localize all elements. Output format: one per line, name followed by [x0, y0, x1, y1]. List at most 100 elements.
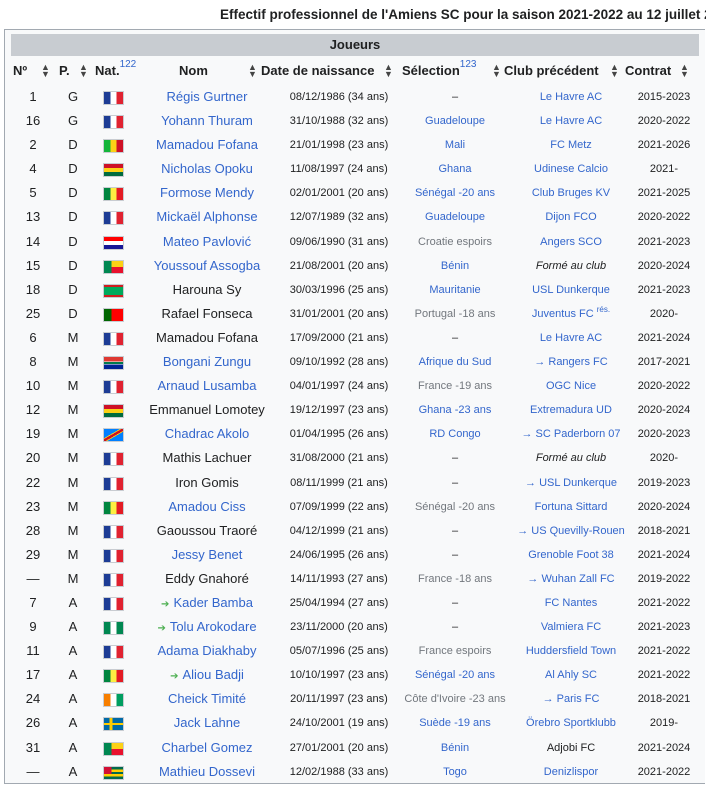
- flag-pt-icon[interactable]: [103, 307, 124, 322]
- player-name[interactable]: Formose Mendy: [129, 185, 285, 200]
- previous-club-text[interactable]: Grenoble Foot 38: [528, 549, 614, 561]
- previous-club-text[interactable]: Denizlispor: [544, 766, 598, 778]
- player-name[interactable]: Mathieu Dossevi: [129, 764, 285, 779]
- flag-hr-icon[interactable]: [103, 235, 124, 250]
- previous-club-text[interactable]: Valmiera FC: [541, 621, 601, 633]
- national-selection[interactable]: Mali: [395, 139, 515, 151]
- header-birth[interactable]: Date de naissance: [261, 63, 374, 78]
- sort-icon-birth[interactable]: ▲ ▼: [384, 63, 393, 79]
- flag-fr-icon[interactable]: [103, 91, 124, 105]
- national-selection[interactable]: Afrique du Sud: [395, 356, 515, 368]
- flag-fr-icon[interactable]: [103, 452, 124, 467]
- sort-icon-pos[interactable]: ▲ ▼: [79, 63, 88, 79]
- player-name-text[interactable]: Kader Bamba: [173, 595, 253, 610]
- previous-club-text[interactable]: FC Metz: [550, 139, 592, 151]
- previous-club-text[interactable]: → Wuhan Zall FC: [527, 573, 614, 585]
- flag-fr-icon[interactable]: [103, 380, 124, 395]
- previous-club-text[interactable]: Juventus FC: [532, 308, 594, 320]
- flag-sn-icon[interactable]: [103, 187, 124, 202]
- national-selection[interactable]: Bénin: [395, 742, 515, 754]
- player-name[interactable]: Jessy Benet: [129, 547, 285, 562]
- flag-sn-icon[interactable]: [103, 500, 124, 515]
- previous-club-text[interactable]: FC Nantes: [545, 597, 598, 609]
- player-name-text[interactable]: Arnaud Lusamba: [157, 378, 256, 393]
- previous-club-text[interactable]: Le Havre AC: [540, 91, 602, 103]
- sort-icon-contract[interactable]: ▲ ▼: [680, 63, 689, 79]
- previous-club-text[interactable]: → Paris FC: [543, 693, 600, 705]
- player-name-text[interactable]: Mickaël Alphonse: [156, 209, 257, 224]
- player-name[interactable]: Mickaël Alphonse: [129, 209, 285, 224]
- flag-tg-icon[interactable]: [103, 765, 124, 780]
- flag-fr-icon[interactable]: [103, 524, 124, 539]
- player-name[interactable]: Jack Lahne: [129, 715, 285, 730]
- flag-fr-icon[interactable]: [103, 548, 124, 563]
- player-name[interactable]: Chadrac Akolo: [129, 426, 285, 441]
- player-name-text[interactable]: Yohann Thuram: [161, 113, 253, 128]
- player-name[interactable]: ➔ Kader Bamba: [129, 595, 285, 610]
- national-selection[interactable]: Bénin: [395, 260, 515, 272]
- player-name[interactable]: Nicholas Opoku: [129, 161, 285, 176]
- header-contract[interactable]: Contrat: [625, 63, 671, 78]
- player-name[interactable]: Mamadou Fofana: [129, 137, 285, 152]
- player-name[interactable]: Yohann Thuram: [129, 113, 285, 128]
- flag-gh-icon[interactable]: [103, 163, 124, 178]
- player-name[interactable]: Amadou Ciss: [129, 499, 285, 514]
- header-pos[interactable]: P.: [59, 63, 70, 78]
- flag-ng-icon[interactable]: [103, 621, 124, 636]
- selection-ref-link[interactable]: 123: [460, 59, 477, 70]
- previous-club-text[interactable]: Fortuna Sittard: [535, 501, 608, 513]
- previous-club-text[interactable]: Al Ahly SC: [545, 669, 597, 681]
- flag-sn-icon[interactable]: [103, 669, 124, 684]
- previous-club-text[interactable]: → USL Dunkerque: [525, 477, 617, 489]
- previous-club-text[interactable]: Club Bruges KV: [532, 187, 610, 199]
- player-name-text[interactable]: Chadrac Akolo: [165, 426, 250, 441]
- player-name[interactable]: ➔ Aliou Badji: [129, 667, 285, 682]
- player-name-text[interactable]: Formose Mendy: [160, 185, 254, 200]
- header-name[interactable]: Nom: [179, 63, 208, 78]
- previous-club-text[interactable]: → SC Paderborn 07: [521, 428, 620, 440]
- flag-ci-icon[interactable]: [103, 693, 124, 708]
- player-name-text[interactable]: Jessy Benet: [172, 547, 243, 562]
- national-selection[interactable]: Ghana: [395, 163, 515, 175]
- player-name-text[interactable]: Adama Diakhaby: [158, 643, 257, 658]
- flag-cd-icon[interactable]: [103, 428, 124, 443]
- flag-fr-icon[interactable]: [103, 596, 124, 611]
- previous-club-text[interactable]: Le Havre AC: [540, 332, 602, 344]
- header-selection[interactable]: Sélection123: [402, 59, 476, 78]
- player-name[interactable]: ➔ Tolu Arokodare: [129, 619, 285, 634]
- player-name-text[interactable]: Régis Gurtner: [167, 89, 248, 104]
- flag-za-icon[interactable]: [103, 356, 124, 371]
- national-selection[interactable]: RD Congo: [395, 428, 515, 440]
- player-name-text[interactable]: Tolu Arokodare: [170, 619, 257, 634]
- header-nat[interactable]: Nat.122: [95, 59, 136, 78]
- flag-fr-icon[interactable]: [103, 572, 124, 587]
- player-name-text[interactable]: Charbel Gomez: [161, 740, 252, 755]
- flag-fr-icon[interactable]: [103, 331, 124, 346]
- flag-bj-icon[interactable]: [103, 741, 124, 756]
- flag-fr-icon[interactable]: [103, 211, 124, 226]
- header-club[interactable]: Club précédent: [504, 63, 599, 78]
- player-name-text[interactable]: Aliou Badji: [182, 667, 243, 682]
- national-selection[interactable]: Sénégal -20 ans: [395, 187, 515, 199]
- player-name[interactable]: Bongani Zungu: [129, 354, 285, 369]
- national-selection[interactable]: Guadeloupe: [395, 211, 515, 223]
- player-name-text[interactable]: Nicholas Opoku: [161, 161, 253, 176]
- sort-icon-num[interactable]: ▲ ▼: [41, 63, 50, 79]
- previous-club-text[interactable]: Le Havre AC: [540, 115, 602, 127]
- previous-club-text[interactable]: Udinese Calcio: [534, 163, 608, 175]
- previous-club-text[interactable]: OGC Nice: [546, 380, 596, 392]
- previous-club-text[interactable]: Dijon FCO: [545, 211, 596, 223]
- player-name[interactable]: Youssouf Assogba: [129, 258, 285, 273]
- player-name[interactable]: Mateo Pavlović: [129, 234, 285, 249]
- flag-ml-icon[interactable]: [103, 139, 124, 154]
- sort-icon-club[interactable]: ▲ ▼: [610, 63, 619, 79]
- player-name[interactable]: Adama Diakhaby: [129, 643, 285, 658]
- sort-icon-selection[interactable]: ▲ ▼: [492, 63, 501, 79]
- flag-se-icon[interactable]: [103, 717, 124, 732]
- previous-club-text[interactable]: Örebro Sportklubb: [526, 717, 616, 729]
- player-name-text[interactable]: Youssouf Assogba: [154, 258, 261, 273]
- club-suffix[interactable]: rés.: [597, 305, 610, 314]
- player-name-text[interactable]: Mathieu Dossevi: [159, 764, 255, 779]
- player-name-text[interactable]: Jack Lahne: [174, 715, 241, 730]
- national-selection[interactable]: Ghana -23 ans: [395, 404, 515, 416]
